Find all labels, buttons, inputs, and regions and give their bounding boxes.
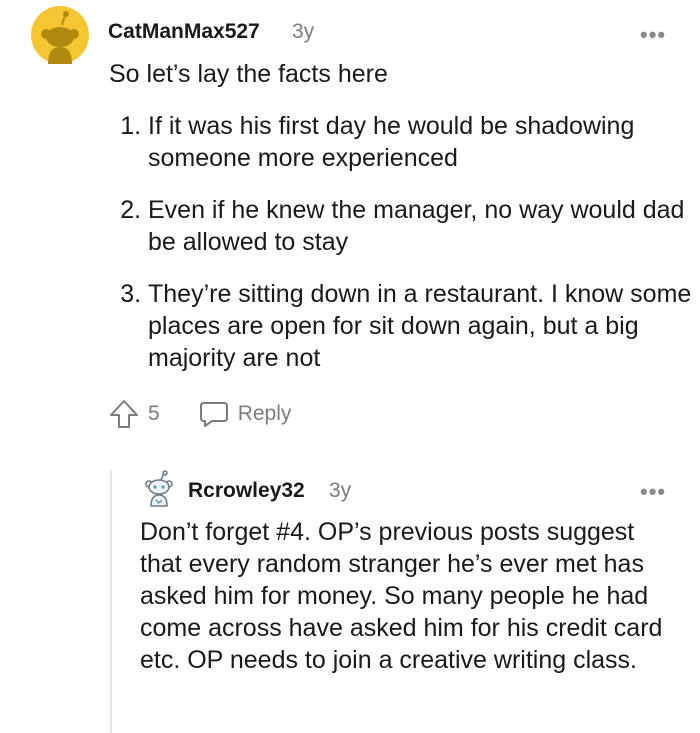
- upvote-button[interactable]: 5: [108, 398, 160, 430]
- list-item: They’re sitting down in a restaurant. I …: [148, 278, 700, 374]
- facts-list: If it was his first day he would be shad…: [112, 110, 700, 394]
- reply-label: Reply: [237, 402, 292, 425]
- thread-line[interactable]: [110, 470, 112, 733]
- more-options-button[interactable]: •••: [640, 481, 666, 503]
- snoo-avatar-icon: [145, 470, 173, 507]
- comment-actions: 5 Reply: [108, 396, 291, 432]
- list-item: If it was his first day he would be shad…: [148, 110, 700, 174]
- more-options-button[interactable]: •••: [640, 24, 666, 46]
- user-avatar[interactable]: [140, 470, 178, 508]
- vote-count: 5: [148, 402, 160, 425]
- comment-age: 3y: [329, 479, 352, 502]
- comment: CatManMax527 3y ••• So let’s lay the fac…: [0, 0, 700, 450]
- list-item: Even if he knew the manager, no way woul…: [148, 194, 700, 258]
- comment-age: 3y: [292, 20, 315, 43]
- comment-intro: So let’s lay the facts here: [109, 60, 388, 88]
- comment-author[interactable]: CatManMax527: [108, 20, 260, 44]
- reply-button[interactable]: Reply: [198, 399, 292, 429]
- comment-author[interactable]: Rcrowley32: [188, 479, 305, 503]
- chat-bubble-icon: [199, 402, 228, 427]
- user-avatar[interactable]: [31, 6, 89, 64]
- comment-body: Don’t forget #4. OP’s previous posts sug…: [140, 518, 663, 674]
- upvote-arrow-icon: [110, 400, 138, 428]
- snoo-avatar-icon: [31, 6, 89, 64]
